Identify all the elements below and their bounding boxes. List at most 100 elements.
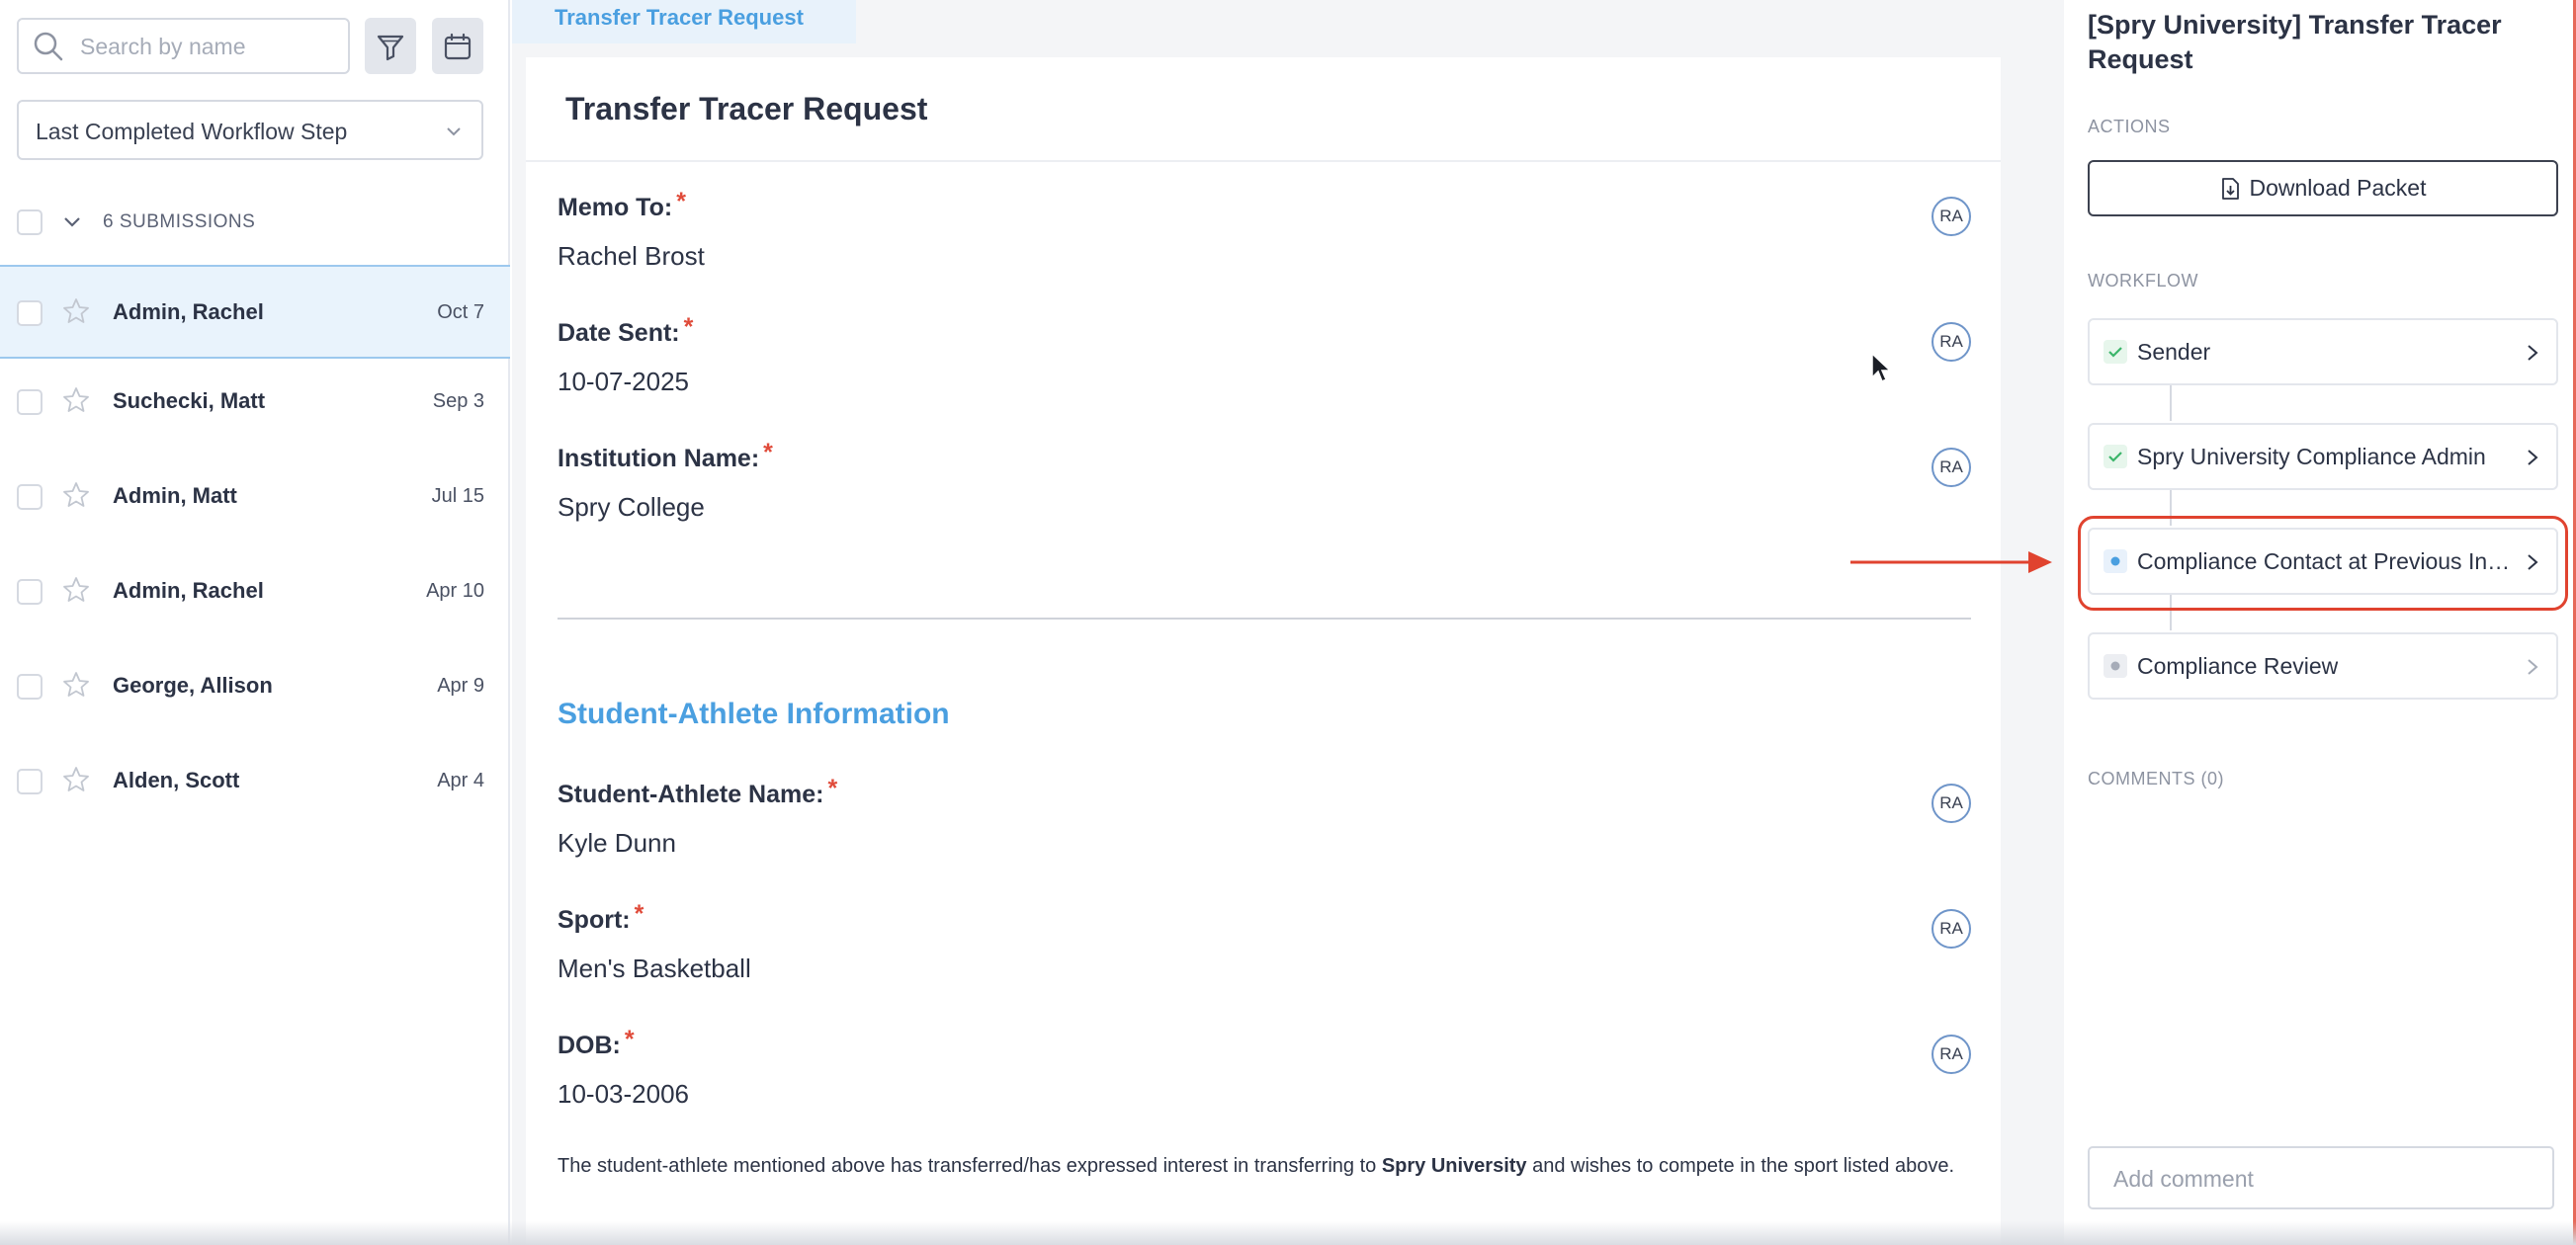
download-packet-label: Download Packet bbox=[2249, 175, 2427, 201]
submission-row[interactable]: George, Allison Apr 9 bbox=[0, 640, 510, 734]
comment-input[interactable] bbox=[2111, 1162, 2527, 1196]
workflow-step[interactable]: Sender bbox=[2088, 318, 2558, 385]
assignee-avatar[interactable]: RA bbox=[1932, 197, 1971, 236]
submitter-name: Alden, Scott bbox=[113, 768, 240, 792]
filter-icon bbox=[377, 35, 404, 60]
row-checkbox[interactable] bbox=[17, 579, 43, 605]
annotation-highlight-box bbox=[2078, 516, 2568, 611]
field-label: Date Sent: * bbox=[558, 313, 694, 347]
chevron-right-icon bbox=[2528, 450, 2538, 465]
chevron-right-icon bbox=[2528, 345, 2538, 361]
field-value: 10-03-2006 bbox=[558, 1079, 689, 1109]
submission-row[interactable]: Admin, Matt Jul 15 bbox=[0, 451, 510, 544]
tab-transfer-tracer-request[interactable]: Transfer Tracer Request bbox=[512, 0, 856, 43]
submission-date: Apr 10 bbox=[426, 580, 484, 602]
form-area: Transfer Tracer Request Transfer Tracer … bbox=[512, 0, 2064, 1245]
submitter-name: Admin, Rachel bbox=[113, 578, 264, 603]
collapse-chevron-icon[interactable] bbox=[60, 210, 84, 234]
form-field: Sport: * Men's Basketball RA bbox=[558, 900, 1971, 1015]
submitter-name: Admin, Matt bbox=[113, 483, 237, 508]
calendar-button[interactable] bbox=[432, 18, 483, 74]
field-value: Men's Basketball bbox=[558, 954, 751, 983]
star-icon[interactable] bbox=[61, 575, 91, 605]
row-checkbox[interactable] bbox=[17, 300, 43, 326]
field-value: 10-07-2025 bbox=[558, 367, 689, 396]
submission-date: Oct 7 bbox=[437, 301, 484, 323]
assignee-avatar[interactable]: RA bbox=[1932, 1035, 1971, 1074]
star-icon[interactable] bbox=[61, 670, 91, 700]
field-label: Student-Athlete Name: * bbox=[558, 775, 838, 808]
field-label: Institution Name: * bbox=[558, 439, 773, 472]
search-box[interactable] bbox=[17, 18, 350, 74]
submission-date: Apr 4 bbox=[437, 770, 484, 791]
submissions-sidebar: Last Completed Workflow Step 6 SUBMISSIO… bbox=[0, 0, 510, 1245]
star-icon[interactable] bbox=[61, 296, 91, 326]
assignee-avatar[interactable]: RA bbox=[1932, 448, 1971, 487]
workflow-step-filter-select[interactable]: Last Completed Workflow Step bbox=[17, 100, 483, 160]
row-checkbox[interactable] bbox=[17, 674, 43, 700]
actions-label: ACTIONS bbox=[2088, 117, 2171, 136]
download-packet-button[interactable]: Download Packet bbox=[2088, 160, 2558, 216]
required-marker: * bbox=[634, 900, 644, 928]
check-icon bbox=[2104, 445, 2127, 468]
workflow-step-label: Compliance Review bbox=[2137, 653, 2339, 679]
annotation-arrow-icon bbox=[1850, 551, 2052, 573]
row-checkbox[interactable] bbox=[17, 769, 43, 794]
submitter-name: George, Allison bbox=[113, 673, 273, 698]
submission-row[interactable]: Admin, Rachel Apr 10 bbox=[0, 545, 510, 639]
note-text-before: The student-athlete mentioned above has … bbox=[558, 1155, 1382, 1177]
chevron-down-icon bbox=[447, 127, 461, 136]
note-institution: Spry University bbox=[1381, 1155, 1527, 1177]
form-field: Memo To: * Rachel Brost RA bbox=[558, 188, 1971, 302]
check-icon bbox=[2104, 340, 2127, 364]
note-text-after: and wishes to compete in the sport liste… bbox=[1526, 1155, 1955, 1177]
field-label: Memo To: * bbox=[558, 188, 686, 221]
star-icon[interactable] bbox=[61, 765, 91, 794]
submission-date: Jul 15 bbox=[431, 485, 484, 507]
required-marker: * bbox=[763, 439, 773, 466]
workflow-step-label: Sender bbox=[2137, 339, 2211, 365]
search-icon bbox=[34, 32, 63, 61]
submission-row[interactable]: Admin, Rachel Oct 7 bbox=[0, 265, 510, 359]
filter-button[interactable] bbox=[365, 18, 416, 74]
workflow-step[interactable]: Spry University Compliance Admin bbox=[2088, 423, 2558, 490]
field-value: Rachel Brost bbox=[558, 241, 705, 271]
submission-date: Apr 9 bbox=[437, 675, 484, 697]
star-icon[interactable] bbox=[61, 385, 91, 415]
calendar-icon bbox=[444, 33, 472, 59]
panel-title: [Spry University] Transfer Tracer Reques… bbox=[2088, 10, 2502, 74]
submissions-count: 6 SUBMISSIONS bbox=[103, 211, 256, 232]
mouse-cursor-icon bbox=[1871, 352, 1892, 383]
field-value: Kyle Dunn bbox=[558, 828, 676, 858]
assignee-avatar[interactable]: RA bbox=[1932, 909, 1971, 949]
submissions-header: 6 SUBMISSIONS bbox=[0, 198, 510, 247]
chevron-right-icon bbox=[2528, 659, 2538, 675]
submission-row[interactable]: Suchecki, Matt Sep 3 bbox=[0, 356, 510, 450]
row-checkbox[interactable] bbox=[17, 484, 43, 510]
field-value: Spry College bbox=[558, 492, 705, 522]
assignee-avatar[interactable]: RA bbox=[1932, 784, 1971, 823]
details-panel: [Spry University] Transfer Tracer Reques… bbox=[2064, 0, 2576, 1245]
workflow-step[interactable]: Compliance Review bbox=[2088, 632, 2558, 700]
submission-date: Sep 3 bbox=[432, 390, 484, 412]
star-icon[interactable] bbox=[61, 480, 91, 510]
submission-row[interactable]: Alden, Scott Apr 4 bbox=[0, 735, 510, 829]
required-marker: * bbox=[676, 188, 686, 215]
required-marker: * bbox=[683, 313, 694, 341]
row-checkbox[interactable] bbox=[17, 389, 43, 415]
comments-label: COMMENTS (0) bbox=[2088, 769, 2224, 788]
submitter-name: Admin, Rachel bbox=[113, 299, 264, 324]
select-all-checkbox[interactable] bbox=[17, 209, 43, 235]
comment-box[interactable] bbox=[2088, 1146, 2554, 1209]
section-divider bbox=[558, 618, 1971, 620]
workflow-step-label: Spry University Compliance Admin bbox=[2137, 444, 2486, 469]
form-header: Transfer Tracer Request bbox=[526, 57, 2001, 162]
form-card: Transfer Tracer Request Memo To: * Rachel … bbox=[526, 57, 2001, 1245]
field-label: DOB: * bbox=[558, 1026, 635, 1059]
assignee-avatar[interactable]: RA bbox=[1932, 322, 1971, 362]
search-input[interactable] bbox=[78, 28, 335, 65]
required-marker: * bbox=[827, 775, 838, 802]
workflow-connector bbox=[2170, 385, 2172, 421]
form-field: Student-Athlete Name: * Kyle Dunn RA bbox=[558, 775, 1971, 889]
workflow-label: WORKFLOW bbox=[2088, 271, 2198, 290]
